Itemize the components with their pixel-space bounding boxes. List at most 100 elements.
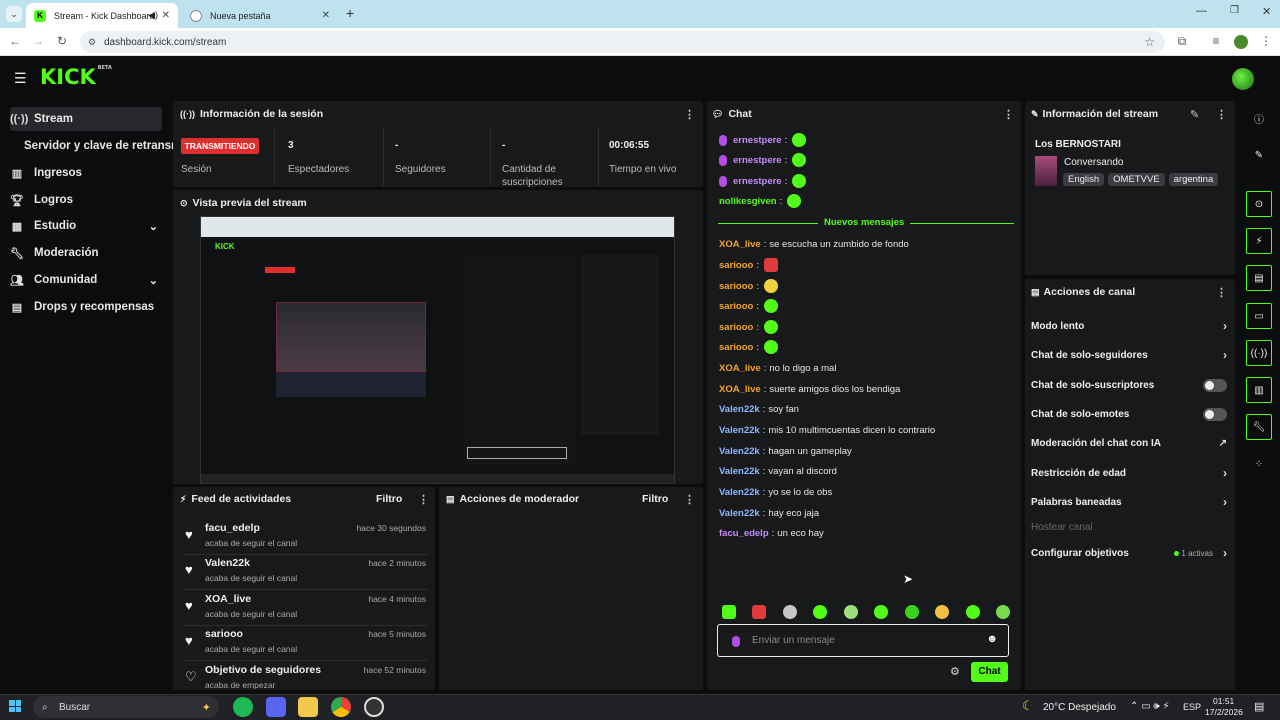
chat-settings-icon[interactable]: ⚙ [950, 665, 960, 678]
stream-info-menu-icon[interactable]: ⋮ [1216, 108, 1227, 121]
channel-actions-menu-icon[interactable]: ⋮ [1216, 286, 1227, 299]
tab-kick-dashboard[interactable]: K Stream - Kick Dashboard ◀) ✕ [26, 3, 178, 28]
feed-item[interactable]: ♡ Objetivo de seguidores acaba de empezar h… [183, 661, 428, 689]
action-banned-words[interactable]: Palabras baneadas › [1031, 494, 1227, 510]
mod-menu-icon[interactable]: ⋮ [684, 493, 695, 506]
emotes-only-toggle[interactable] [1203, 407, 1227, 421]
mod-filter-button[interactable]: Filtro [642, 493, 668, 505]
rail-bolt-icon[interactable]: ⚡︎ [1246, 228, 1272, 254]
minimize-icon[interactable]: — [1196, 5, 1207, 17]
chrome-icon[interactable] [331, 697, 351, 717]
rail-actions-icon[interactable]: ▥ [1246, 377, 1272, 403]
sidebar-item-moderacion[interactable]: 🔧︎ Moderación [10, 241, 162, 265]
chat-username[interactable]: nolikesgiven [719, 196, 777, 207]
feed-item[interactable]: ♥ XOA_live acaba de seguir el canal hace 4 … [183, 590, 428, 626]
clock-time[interactable]: 01:51 [1213, 696, 1234, 706]
user-avatar[interactable] [1232, 68, 1254, 90]
sidebar-item-estudio[interactable]: ▦ Estudio ⌄ [10, 214, 162, 238]
action-age-restriction[interactable]: Restricción de edad › [1031, 465, 1227, 481]
sidebar-item-drops[interactable]: ▤ Drops y recompensas [10, 295, 162, 319]
chat-username[interactable]: sariooo [719, 342, 753, 353]
feed-menu-icon[interactable]: ⋮ [418, 493, 429, 506]
bookmark-star-icon[interactable]: ☆ [1144, 35, 1155, 49]
edit-layout-icon[interactable]: ✎ [1246, 142, 1272, 168]
tag-chip[interactable]: English [1063, 173, 1105, 186]
chat-username[interactable]: ernestpere [733, 176, 782, 187]
feed-item[interactable]: ♥ sariooo acaba de seguir el canal hace 5 m… [183, 625, 428, 661]
extensions-icon[interactable]: ⧉ [1174, 34, 1190, 49]
close-tab-icon[interactable]: ✕ [322, 10, 330, 21]
media-icon[interactable]: ≡ [1208, 34, 1224, 48]
file-explorer-icon[interactable] [298, 697, 318, 717]
chat-send-button[interactable]: Chat [971, 662, 1008, 682]
close-window-icon[interactable]: ✕ [1262, 5, 1271, 18]
chat-username[interactable]: Valen22k [719, 508, 760, 519]
stream-preview-video[interactable]: KICK [200, 216, 675, 484]
emote-icon[interactable] [965, 605, 980, 619]
chat-username[interactable]: facu_edelp [719, 528, 769, 539]
chat-username[interactable]: sariooo [719, 281, 753, 292]
rail-chat-icon[interactable]: ▭ [1246, 303, 1272, 329]
emote-icon[interactable] [995, 605, 1010, 619]
info-icon[interactable]: ⓘ [1246, 105, 1272, 131]
sidebar-item-server-key[interactable]: Servidor y clave de retransm [24, 134, 174, 158]
subscribers-only-toggle[interactable] [1203, 378, 1227, 392]
add-widget-icon[interactable]: ⁘ [1246, 451, 1272, 477]
kick-logo[interactable]: KICK BETA [40, 65, 112, 89]
category-thumbnail[interactable] [1035, 156, 1057, 186]
restore-icon[interactable]: ❐ [1230, 5, 1239, 16]
windows-start-icon[interactable] [9, 700, 21, 712]
tab-list-icon[interactable]: ⌄ [6, 6, 22, 22]
sidebar-item-comunidad[interactable]: 👥︎ Comunidad ⌄ [10, 268, 162, 292]
tag-chip[interactable]: OMETVVE [1108, 173, 1165, 186]
emote-icon[interactable] [752, 605, 767, 619]
sidebar-item-stream[interactable]: ((·)) Stream [10, 107, 162, 131]
chat-input[interactable]: Enviar un mensaje ☻ [717, 624, 1009, 657]
chat-username[interactable]: Valen22k [719, 446, 760, 457]
rail-broadcast-icon[interactable]: ((·)) [1246, 340, 1272, 366]
close-tab-icon[interactable]: ✕ [162, 10, 170, 21]
session-menu-icon[interactable]: ⋮ [684, 108, 695, 121]
address-bar[interactable]: ⚙ dashboard.kick.com/stream ☆ [80, 31, 1165, 53]
chat-username[interactable]: ernestpere [733, 135, 782, 146]
feed-filter-button[interactable]: Filtro [376, 493, 402, 505]
action-slow-mode[interactable]: Modo lento › [1031, 318, 1227, 334]
language-indicator[interactable]: ESP [1183, 702, 1201, 712]
hamburger-menu-icon[interactable]: ☰ [14, 70, 27, 87]
feed-item[interactable]: ♥ facu_edelp acaba de seguir el canal hace … [183, 519, 428, 555]
chat-username[interactable]: Valen22k [719, 404, 760, 415]
discord-icon[interactable] [266, 697, 286, 717]
reload-icon[interactable]: ↻ [54, 34, 70, 48]
emote-icon[interactable] [935, 605, 950, 619]
emoji-picker-icon[interactable]: ☻ [986, 633, 998, 645]
spotify-icon[interactable] [233, 697, 253, 717]
chat-username[interactable]: Valen22k [719, 487, 760, 498]
chat-username[interactable]: XOA_live [719, 384, 761, 395]
chat-username[interactable]: sariooo [719, 301, 753, 312]
category-name[interactable]: Conversando [1064, 157, 1123, 168]
obs-icon[interactable] [364, 697, 384, 717]
tab-new-tab[interactable]: Nueva pestaña ✕ [182, 3, 338, 28]
chat-username[interactable]: sariooo [719, 260, 753, 271]
chat-username[interactable]: Valen22k [719, 425, 760, 436]
rail-camera-icon[interactable]: ⊙ [1246, 191, 1272, 217]
chat-username[interactable]: XOA_live [719, 363, 761, 374]
tray-icons[interactable]: ⌃ ▭ 🕪︎ ⚡︎ [1130, 701, 1169, 712]
forward-icon[interactable]: → [30, 34, 46, 48]
chat-username[interactable]: XOA_live [719, 239, 761, 250]
taskbar-search[interactable]: ⌕ Buscar ✦ [33, 696, 219, 718]
chat-username[interactable]: Valen22k [719, 466, 760, 477]
profile-avatar[interactable] [1234, 35, 1248, 49]
emote-icon[interactable] [874, 605, 889, 619]
sidebar-item-logros[interactable]: 🏆︎ Logros [10, 188, 162, 212]
notifications-icon[interactable]: ▤ [1254, 700, 1264, 713]
back-icon[interactable]: ← [7, 34, 23, 48]
site-info-icon[interactable]: ⚙ [88, 37, 96, 48]
weather-text[interactable]: 20°C Despejado [1043, 702, 1116, 713]
emote-icon[interactable] [782, 605, 797, 619]
new-tab-button[interactable]: + [346, 5, 354, 21]
rail-document-icon[interactable]: ▤ [1246, 265, 1272, 291]
feed-item[interactable]: ♥ Valen22k acaba de seguir el canal hace 2 … [183, 554, 428, 590]
action-ai-moderation[interactable]: Moderación del chat con IA ↗ [1031, 435, 1227, 451]
edit-stream-icon[interactable]: ✎ [1190, 108, 1199, 121]
